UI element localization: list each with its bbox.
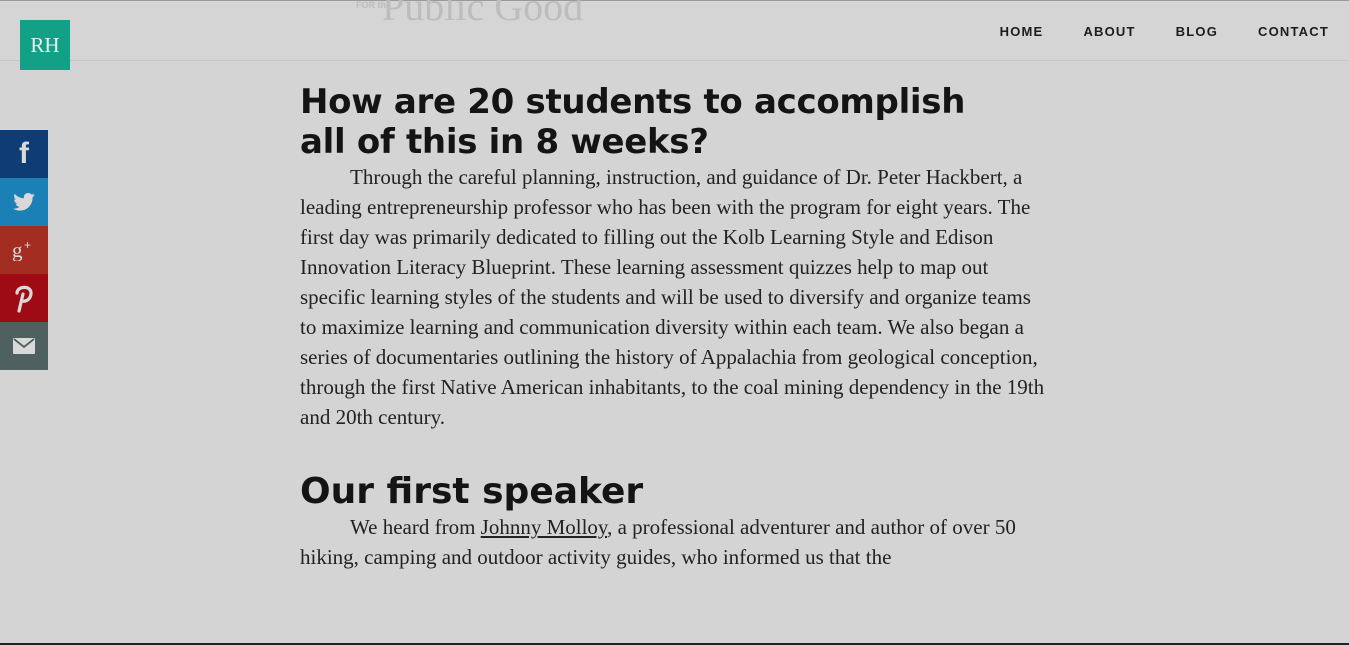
banner-small-text: FOR the	[356, 0, 391, 10]
paragraph-text-start: We heard from	[350, 515, 481, 539]
twitter-share-button[interactable]	[0, 178, 48, 226]
article-paragraph: Through the careful planning, instructio…	[300, 165, 1045, 429]
article-paragraph-speaker: We heard from Johnny Molloy, a professio…	[300, 512, 1048, 572]
section-heading-speaker: Our first speaker	[300, 471, 644, 512]
site-header: FOR thePublic Good HOME ABOUT BLOG CONTA…	[0, 0, 1349, 61]
nav-about[interactable]: ABOUT	[1083, 24, 1135, 39]
svg-text:+: +	[24, 239, 31, 252]
facebook-icon: f	[19, 137, 29, 170]
google-plus-share-button[interactable]: g +	[0, 226, 48, 274]
nav-blog[interactable]: BLOG	[1176, 24, 1218, 39]
facebook-share-button[interactable]: f	[0, 130, 48, 178]
banner-text: Public Good	[382, 0, 584, 27]
social-share-bar: f g +	[0, 130, 48, 370]
twitter-icon	[13, 193, 35, 211]
site-logo[interactable]: RH	[20, 20, 70, 70]
pinterest-icon	[15, 285, 33, 313]
header-banner-graphic: FOR thePublic Good	[356, 0, 583, 27]
johnny-molloy-link[interactable]: Johnny Molloy	[481, 515, 607, 539]
google-plus-icon: g +	[12, 239, 31, 261]
section-heading: How are 20 students to accomplish all of…	[300, 82, 966, 162]
main-nav: HOME ABOUT BLOG CONTACT	[960, 24, 1329, 39]
pinterest-share-button[interactable]	[0, 274, 48, 322]
email-share-button[interactable]	[0, 322, 48, 370]
email-icon	[13, 338, 35, 354]
nav-contact[interactable]: CONTACT	[1258, 24, 1329, 39]
svg-text:g: g	[12, 239, 23, 261]
article-content: How are 20 students to accomplish all of…	[300, 82, 1050, 572]
nav-home[interactable]: HOME	[1000, 24, 1044, 39]
